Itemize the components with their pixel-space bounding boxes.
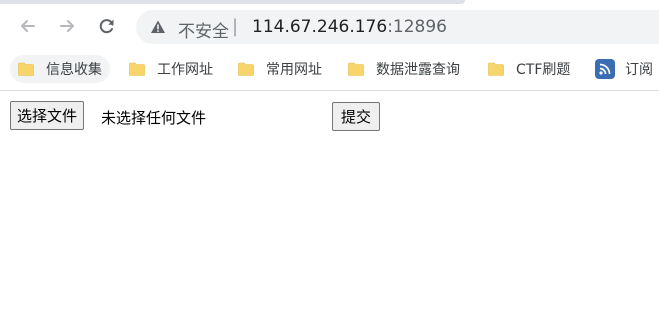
bookmark-label: CTF刷题 — [516, 62, 571, 78]
url-host: 114.67.246.176 — [252, 17, 388, 37]
bookmark-label: 常用网址 — [266, 62, 322, 78]
submit-button[interactable]: 提交 — [332, 102, 381, 131]
bookmark-label: 信息收集 — [46, 62, 102, 78]
folder-icon — [238, 62, 254, 76]
bookmark-folder-info-gathering[interactable]: 信息收集 — [10, 55, 110, 83]
url-separator: | — [232, 16, 239, 37]
back-button[interactable] — [14, 12, 42, 40]
security-status-label[interactable]: 不安全 — [178, 17, 229, 42]
folder-icon — [129, 62, 145, 76]
address-bar[interactable]: 不安全 | 114.67.246.176:12896 — [136, 10, 659, 44]
bookmark-label: 订阅 — [625, 62, 653, 78]
reload-button[interactable] — [93, 12, 121, 40]
folder-icon — [18, 62, 34, 76]
bookmark-subscribe[interactable]: 订阅 — [587, 55, 659, 83]
arrow-right-icon — [60, 20, 74, 32]
rss-icon — [595, 59, 615, 79]
bookmark-label: 工作网址 — [157, 62, 213, 78]
bookmarks-bar: 信息收集 工作网址 常用网址 数据泄露查询 CTF刷题 订阅 — [0, 50, 659, 91]
folder-icon — [488, 62, 504, 76]
arrow-left-icon — [21, 20, 35, 32]
browser-toolbar: 不安全 | 114.67.246.176:12896 — [0, 4, 659, 50]
bookmark-folder-common-sites[interactable]: 常用网址 — [230, 55, 330, 83]
page-content: 选择文件 未选择任何文件 提交 — [0, 91, 659, 333]
warning-triangle-icon[interactable] — [150, 19, 166, 35]
url-port: :12896 — [387, 17, 447, 37]
bookmark-folder-work-sites[interactable]: 工作网址 — [121, 55, 221, 83]
file-status-text: 未选择任何文件 — [101, 109, 207, 127]
url-text[interactable]: 114.67.246.176:12896 — [252, 17, 447, 37]
folder-icon — [348, 62, 364, 76]
reload-icon — [99, 19, 114, 34]
bookmark-folder-data-leak-lookup[interactable]: 数据泄露查询 — [340, 55, 468, 83]
bookmark-folder-ctf[interactable]: CTF刷题 — [480, 55, 578, 83]
forward-button[interactable] — [53, 12, 81, 40]
choose-file-button[interactable]: 选择文件 — [10, 101, 85, 130]
bookmark-label: 数据泄露查询 — [376, 62, 460, 78]
